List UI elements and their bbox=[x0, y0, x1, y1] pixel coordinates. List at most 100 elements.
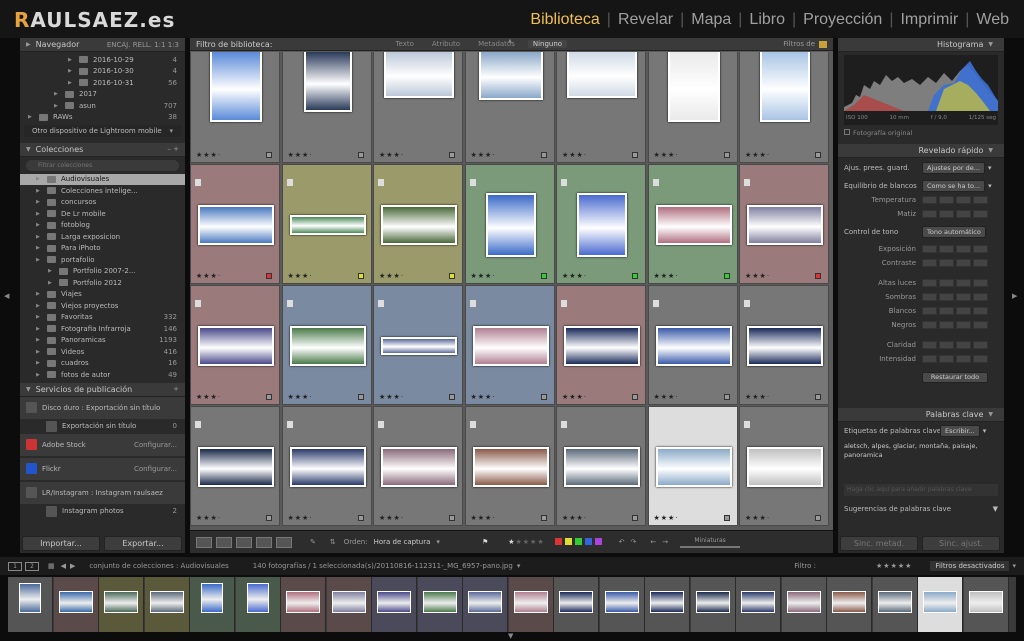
thumbnail-rating[interactable]: ★★★· bbox=[379, 393, 404, 401]
rotate-right-icon[interactable]: ↷ bbox=[630, 538, 636, 546]
filmstrip-thumbnail[interactable] bbox=[963, 577, 1009, 632]
main-window-button[interactable]: 1 bbox=[8, 561, 22, 571]
color-label-icon[interactable] bbox=[266, 394, 272, 400]
filmstrip-thumbnail[interactable] bbox=[144, 577, 190, 632]
publish-header[interactable]: ▼ Servicios de publicación + bbox=[20, 382, 185, 397]
color-label-icon[interactable] bbox=[632, 394, 638, 400]
grid-thumbnail[interactable]: ★★★· bbox=[647, 285, 738, 405]
keyword-suggestions-header[interactable]: Sugerencias de palabras clave ▼ bbox=[838, 502, 1004, 516]
header-toggle-icon[interactable]: ▲ bbox=[508, 38, 512, 44]
grid-thumbnail[interactable]: ★★★· bbox=[647, 164, 738, 284]
thumbnail-rating[interactable]: ★★★· bbox=[745, 514, 770, 522]
filmstrip-thumbnail[interactable] bbox=[645, 577, 690, 632]
grid-thumbnail[interactable]: ★★★· bbox=[373, 285, 463, 405]
grid-thumbnail[interactable]: ★★★· bbox=[373, 164, 463, 284]
filmstrip-thumbnail[interactable] bbox=[99, 577, 144, 632]
decrease-large-button[interactable] bbox=[922, 355, 937, 363]
increase-large-button[interactable] bbox=[973, 307, 988, 315]
module-mapa[interactable]: Mapa bbox=[684, 11, 738, 29]
decrease-button[interactable] bbox=[939, 245, 954, 253]
filmstrip-thumbnail[interactable] bbox=[554, 577, 599, 632]
keyword-text-area[interactable]: aletsch, alpes, glaciar, montaña, paisaj… bbox=[844, 442, 998, 478]
color-label-icon[interactable] bbox=[632, 152, 638, 158]
filmstrip-thumbnail[interactable] bbox=[417, 577, 463, 632]
grid-thumbnail[interactable]: ★★★· bbox=[647, 406, 738, 526]
publish-service[interactable]: LR/Instagram : Instagram raulsaez bbox=[20, 481, 185, 504]
pick-flag-icon[interactable] bbox=[744, 421, 750, 428]
grid-thumbnail[interactable]: ★★★· bbox=[373, 52, 463, 163]
grid-view-icon[interactable] bbox=[196, 536, 212, 548]
thumbnail-rating[interactable]: ★★★· bbox=[196, 151, 221, 159]
grid-thumbnail[interactable]: ★★★· bbox=[190, 52, 280, 163]
loupe-view-icon[interactable] bbox=[216, 536, 232, 548]
grid-thumbnail[interactable]: ★★★· bbox=[556, 406, 646, 526]
filmstrip-thumbnail[interactable] bbox=[463, 577, 508, 632]
collection-item[interactable]: ▶ fotos de autor 49 bbox=[20, 369, 185, 381]
pick-flag-icon[interactable] bbox=[652, 421, 659, 428]
grid-thumbnail[interactable]: ★★★· bbox=[190, 406, 280, 526]
next-icon[interactable]: ▶ bbox=[70, 562, 75, 570]
increase-large-button[interactable] bbox=[973, 293, 988, 301]
color-label-icon[interactable] bbox=[540, 394, 547, 400]
export-button[interactable]: Exportar... bbox=[104, 536, 182, 551]
decrease-button[interactable] bbox=[939, 341, 954, 349]
reset-all-button[interactable]: Restaurar todo bbox=[922, 372, 988, 383]
filmstrip-thumbnail[interactable] bbox=[281, 577, 326, 632]
color-label-icon[interactable] bbox=[449, 515, 455, 521]
decrease-large-button[interactable] bbox=[922, 321, 937, 329]
thumbnail-rating[interactable]: ★★★· bbox=[654, 151, 679, 159]
color-label-icon[interactable] bbox=[815, 515, 821, 521]
filmstrip-thumbnail[interactable] bbox=[8, 577, 53, 632]
next-arrow-icon[interactable]: → bbox=[662, 538, 668, 546]
color-label-icon[interactable] bbox=[449, 152, 455, 158]
pick-flag-icon[interactable] bbox=[744, 300, 750, 307]
thumbnail-rating[interactable]: ★★★· bbox=[288, 514, 313, 522]
pick-flag-icon[interactable] bbox=[744, 179, 750, 186]
collection-item[interactable]: ▶ Colecciones intelige... bbox=[20, 185, 185, 197]
color-label-icon[interactable] bbox=[815, 152, 821, 158]
filmstrip-star-filter[interactable]: ★★★★★ bbox=[876, 562, 912, 570]
lock-icon[interactable] bbox=[819, 40, 827, 48]
collection-item[interactable]: ▶ Audiovisuales bbox=[20, 173, 185, 185]
decrease-large-button[interactable] bbox=[922, 279, 937, 287]
color-label-icon[interactable] bbox=[815, 273, 821, 279]
grid-thumbnail[interactable]: ★★★· bbox=[190, 285, 280, 405]
collection-item[interactable]: ▶ Panoramicas 1193 bbox=[20, 335, 185, 347]
collection-item[interactable]: ▶ Viajes bbox=[20, 289, 185, 301]
color-label-icon[interactable] bbox=[723, 394, 730, 400]
decrease-button[interactable] bbox=[939, 293, 954, 301]
increase-button[interactable] bbox=[956, 341, 971, 349]
increase-large-button[interactable] bbox=[973, 341, 988, 349]
pick-flag-icon[interactable] bbox=[561, 421, 567, 428]
collection-item[interactable]: ▶ Larga exposicion bbox=[20, 231, 185, 243]
grid-thumbnail[interactable]: ★★★· bbox=[464, 285, 555, 405]
collection-item[interactable]: ▶ fotoblog bbox=[20, 220, 185, 232]
filmstrip-thumbnail[interactable] bbox=[235, 577, 281, 632]
filmstrip-thumbnail[interactable] bbox=[736, 577, 781, 632]
thumbnail-rating[interactable]: ★★★· bbox=[471, 151, 496, 159]
filmstrip-thumbnail[interactable] bbox=[918, 577, 963, 632]
increase-large-button[interactable] bbox=[973, 321, 988, 329]
module-revelar[interactable]: Revelar bbox=[611, 11, 680, 29]
keyword-entry-select[interactable]: Escribir... bbox=[940, 425, 980, 437]
collection-item[interactable]: ▶ De Lr mobile bbox=[20, 208, 185, 220]
filmstrip-thumbnail[interactable] bbox=[326, 577, 372, 632]
filmstrip-thumbnail[interactable] bbox=[53, 577, 99, 632]
thumbnail-rating[interactable]: ★★★· bbox=[379, 151, 404, 159]
pick-flag-icon[interactable] bbox=[469, 300, 476, 307]
folder-item[interactable]: ▶ 2016-10-31 56 bbox=[20, 77, 185, 89]
collection-item[interactable]: ▶ Portfolio 2007-2... bbox=[20, 266, 185, 278]
color-label-icon[interactable] bbox=[540, 515, 547, 521]
publish-service[interactable]: Flickr Configurar... bbox=[20, 457, 185, 480]
thumbnail-rating[interactable]: ★★★· bbox=[562, 272, 587, 280]
decrease-button[interactable] bbox=[939, 307, 954, 315]
color-label-icon[interactable] bbox=[266, 515, 272, 521]
pick-flag-icon[interactable] bbox=[378, 421, 384, 428]
filter-atributo[interactable]: Atributo bbox=[427, 40, 465, 48]
rating-stars[interactable]: ★★★★★ bbox=[508, 538, 544, 546]
filmstrip-thumbnail[interactable] bbox=[872, 577, 918, 632]
color-label-icon[interactable] bbox=[357, 152, 364, 158]
left-panel-toggle-icon[interactable]: ◀ bbox=[4, 292, 9, 300]
collection-item[interactable]: ▶ concursos bbox=[20, 197, 185, 209]
filter-texto[interactable]: Texto bbox=[390, 40, 418, 48]
